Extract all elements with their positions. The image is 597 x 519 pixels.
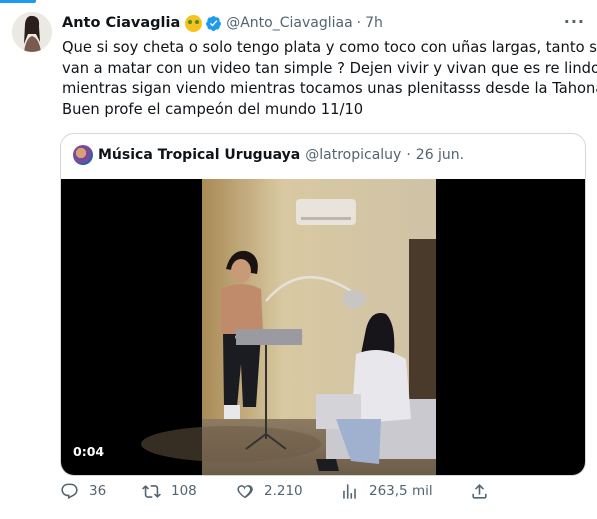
tweet-header: Anto Ciavaglia @Anto_Ciavagliaa · 7h ··· — [62, 12, 585, 34]
video-player[interactable]: 0:04 — [61, 179, 585, 475]
reply-count: 36 — [89, 483, 107, 499]
video-frame — [141, 179, 436, 475]
quoted-author-name[interactable]: Música Tropical Uruguaya — [98, 147, 300, 163]
quoted-author-avatar[interactable] — [73, 145, 93, 165]
retweet-count: 108 — [171, 483, 197, 499]
video-duration-badge: 0:04 — [73, 444, 105, 459]
quoted-timestamp[interactable]: 26 jun. — [416, 147, 464, 163]
tweet-timestamp[interactable]: 7h — [365, 15, 383, 31]
like-count: 2.210 — [264, 483, 303, 499]
tweet-text-line: mientras sigan viendo mientras tocamos u… — [62, 80, 597, 97]
verified-badge-icon — [206, 15, 222, 31]
author-avatar[interactable] — [12, 12, 52, 52]
more-options-icon[interactable]: ··· — [564, 12, 585, 31]
quoted-tweet-card[interactable]: Música Tropical Uruguaya @latropicaluy ·… — [60, 133, 586, 476]
header-separator: · — [356, 15, 362, 31]
reply-button[interactable]: 36 — [60, 480, 106, 502]
retweet-icon — [142, 484, 161, 498]
quoted-tweet-header: Música Tropical Uruguaya @latropicaluy ·… — [73, 144, 464, 166]
author-handle[interactable]: @Anto_Ciavagliaa — [226, 15, 352, 31]
share-icon — [472, 483, 487, 499]
tweet-text-line: Que si soy cheta o solo tengo plata y co… — [62, 39, 597, 56]
quoted-header-separator: · — [406, 147, 411, 163]
top-accent-bar — [0, 0, 36, 3]
retweet-button[interactable]: 108 — [142, 480, 197, 502]
like-button[interactable]: 2.210 — [235, 480, 303, 502]
tweet-text: Que si soy cheta o solo tengo plata y co… — [62, 38, 597, 120]
views-count: 263,5 mil — [369, 483, 433, 499]
views-chart-icon — [343, 483, 356, 499]
tweet-text-line: van a matar con un video tan simple ? De… — [62, 59, 597, 80]
tweet-text-line-content: van a matar con un video tan simple ? De… — [62, 59, 597, 77]
money-face-emoji-icon — [185, 14, 203, 32]
tweet-text-line: Buen profe el campeón del mundo 11/10 — [62, 100, 364, 118]
heart-icon — [237, 484, 253, 498]
author-name[interactable]: Anto Ciavaglia — [62, 15, 180, 31]
quoted-author-handle[interactable]: @latropicaluy — [305, 147, 401, 163]
reply-icon — [61, 483, 78, 499]
share-button[interactable] — [470, 480, 499, 502]
views-button[interactable]: 263,5 mil — [340, 480, 433, 502]
tweet-actions-bar: 36 108 2.210 263,5 mil — [60, 480, 488, 502]
